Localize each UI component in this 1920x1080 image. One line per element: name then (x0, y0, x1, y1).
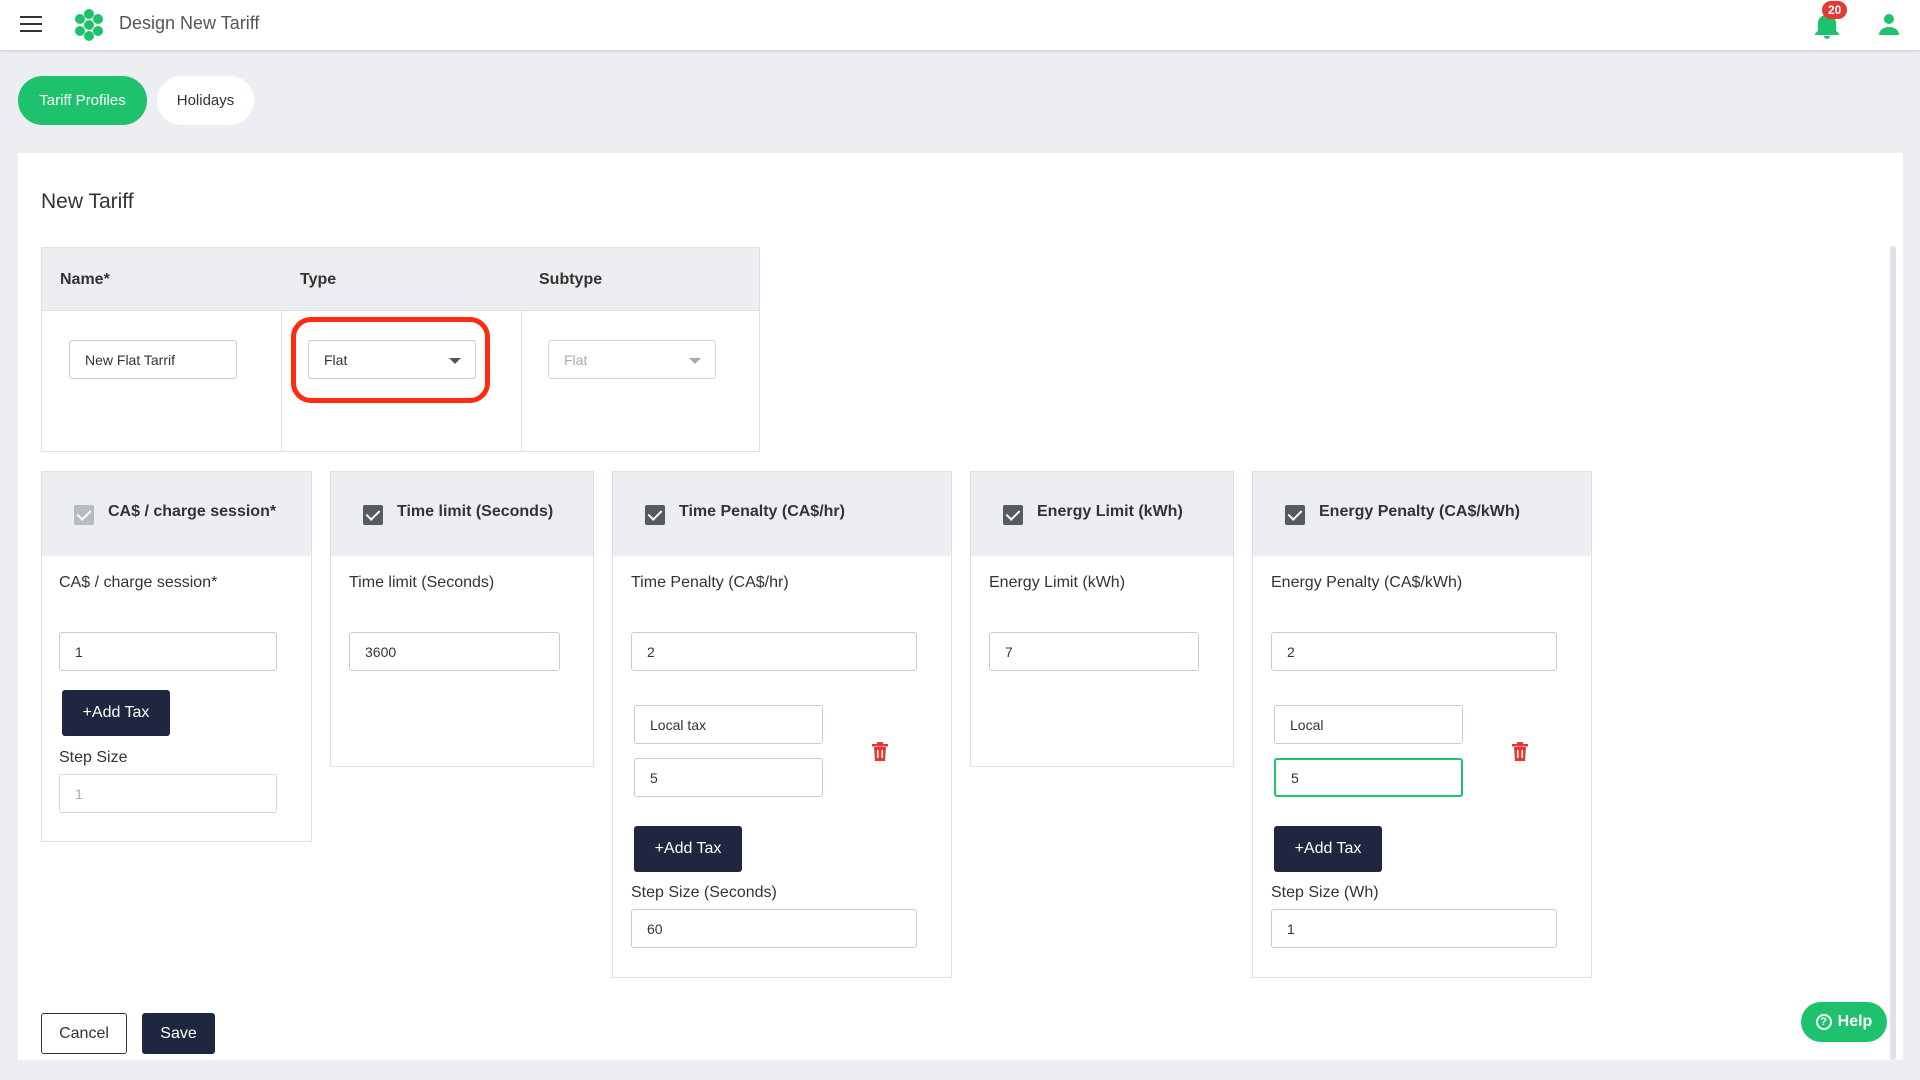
type-header: Type (300, 271, 337, 288)
time-limit-checkbox[interactable] (363, 505, 383, 525)
energy-limit-card: Energy Limit (kWh) (970, 471, 1234, 767)
time-limit-label: Time limit (Seconds) (349, 574, 495, 591)
chevron-down-icon (449, 358, 461, 364)
card-header: Energy Limit (kWh) (971, 472, 1233, 556)
save-button[interactable]: Save (142, 1013, 215, 1054)
step-size-label: Step Size (Seconds) (631, 884, 777, 901)
chevron-down-icon (689, 358, 701, 364)
charge-session-checkbox[interactable] (74, 505, 94, 525)
energy-limit-label: Energy Limit (kWh) (989, 574, 1126, 591)
app-title: Design New Tariff (119, 13, 260, 33)
time-limit-input[interactable]: 3600 (349, 632, 560, 671)
charge-session-label: CA$ / charge session* (59, 574, 218, 591)
card-title: Time Penalty (CA$/hr) (679, 503, 845, 520)
card-header: Time Penalty (CA$/hr) (613, 472, 951, 556)
time-penalty-label: Time Penalty (CA$/hr) (631, 574, 789, 591)
user-icon[interactable] (1877, 12, 1901, 36)
notification-badge: 20 (1822, 1, 1848, 19)
tab-holidays[interactable]: Holidays (157, 76, 254, 125)
column-divider (521, 311, 522, 452)
subtype-select-value: Flat (564, 351, 588, 368)
card-header: CA$ / charge session* (42, 472, 311, 556)
time-limit-card: Time limit (Seconds) (330, 471, 594, 767)
logo-icon (75, 9, 103, 41)
card-header: Time limit (Seconds) (331, 472, 593, 556)
menu-icon[interactable] (20, 16, 42, 32)
energy-limit-input[interactable]: 7 (989, 632, 1199, 671)
add-tax-button[interactable]: +Add Tax (1274, 826, 1382, 872)
tax-name-input[interactable]: Local tax (634, 705, 823, 744)
column-divider (281, 311, 282, 452)
tax-name-input[interactable]: Local (1274, 705, 1463, 744)
cancel-button[interactable]: Cancel (41, 1013, 127, 1054)
scrollbar[interactable] (1890, 246, 1896, 1060)
card-title: Time limit (Seconds) (397, 503, 554, 520)
card-title: Energy Limit (kWh) (1037, 503, 1183, 520)
type-select-value: Flat (324, 351, 348, 368)
table-header: Name* Type Subtype (42, 248, 759, 311)
name-header: Name* (60, 271, 110, 288)
card-header: Energy Penalty (CA$/kWh) (1253, 472, 1591, 556)
trash-icon[interactable] (1512, 742, 1528, 761)
card-title: Energy Penalty (CA$/kWh) (1319, 503, 1520, 520)
energy-limit-checkbox[interactable] (1003, 505, 1023, 525)
tab-tariff-profiles[interactable]: Tariff Profiles (18, 76, 147, 125)
add-tax-button[interactable]: +Add Tax (62, 690, 170, 736)
subtype-select[interactable]: Flat (548, 340, 716, 379)
help-icon: ? (1815, 1014, 1832, 1030)
add-tax-button[interactable]: +Add Tax (634, 826, 742, 872)
charge-session-input[interactable]: 1 (59, 632, 277, 671)
name-input[interactable]: New Flat Tarrif (69, 340, 237, 379)
step-size-input[interactable]: 60 (631, 909, 917, 948)
time-penalty-input[interactable]: 2 (631, 632, 917, 671)
step-size-label: Step Size (Wh) (1271, 884, 1379, 901)
top-bar: Design New Tariff 20 (0, 0, 1920, 50)
help-button[interactable]: ? Help (1801, 1002, 1887, 1042)
step-size-input[interactable]: 1 (59, 774, 277, 813)
tax-value-input[interactable]: 5 (634, 758, 823, 797)
energy-penalty-input[interactable]: 2 (1271, 632, 1557, 671)
type-select[interactable]: Flat (308, 340, 476, 379)
card-title: CA$ / charge session* (108, 503, 277, 520)
step-size-input[interactable]: 1 (1271, 909, 1557, 948)
page-title: New Tariff (41, 190, 134, 213)
energy-penalty-checkbox[interactable] (1285, 505, 1305, 525)
time-penalty-checkbox[interactable] (645, 505, 665, 525)
subtype-header: Subtype (539, 271, 603, 288)
energy-penalty-label: Energy Penalty (CA$/kWh) (1271, 574, 1463, 591)
trash-icon[interactable] (872, 742, 888, 761)
step-size-label: Step Size (59, 749, 128, 766)
tax-value-input[interactable]: 5 (1274, 758, 1463, 797)
help-label: Help (1837, 1013, 1873, 1030)
